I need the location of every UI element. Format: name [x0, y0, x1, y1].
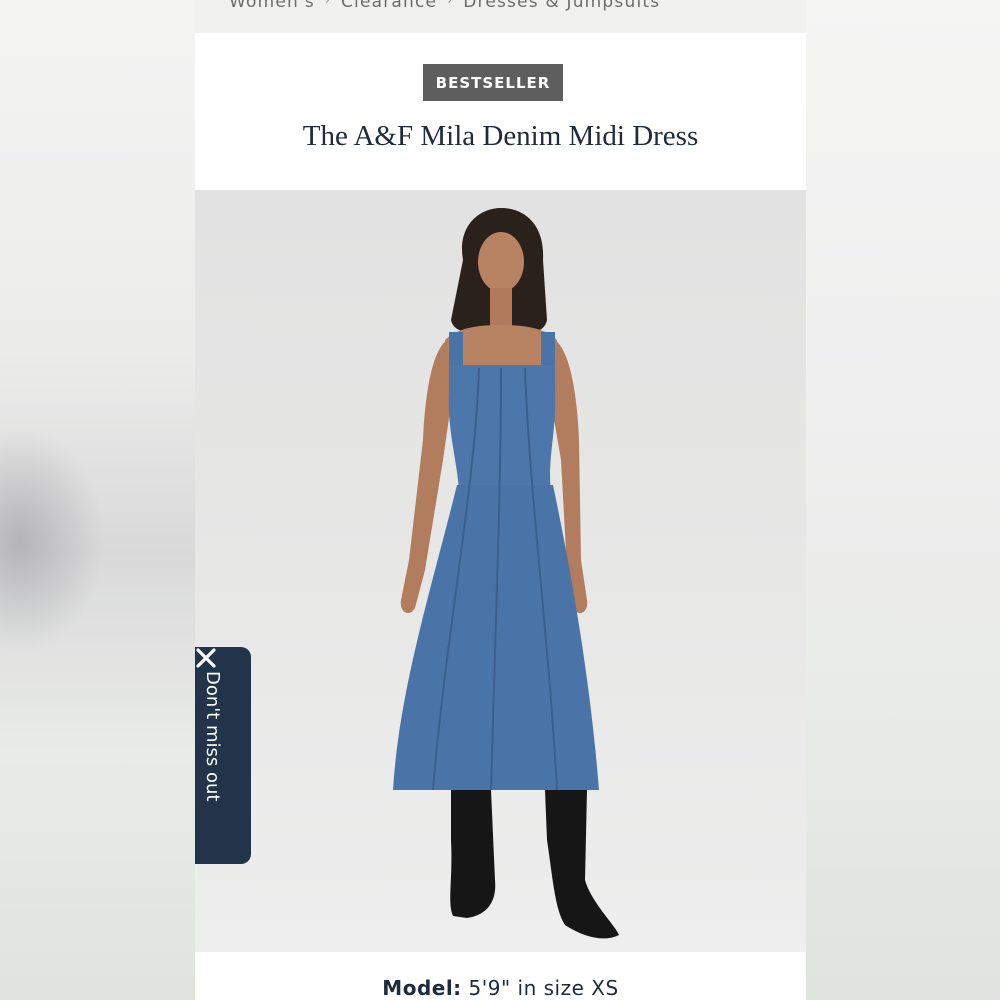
close-icon[interactable]: [195, 647, 217, 669]
breadcrumb-link-womens[interactable]: Women's: [229, 0, 315, 12]
breadcrumb-bar: Women's › Clearance › Dresses & Jumpsuit…: [195, 0, 806, 33]
product-title: The A&F Mila Denim Midi Dress: [302, 120, 699, 152]
product-page: Women's › Clearance › Dresses & Jumpsuit…: [195, 0, 806, 1000]
bestseller-badge: BESTSELLER: [423, 64, 563, 101]
product-image[interactable]: Don't miss out: [195, 190, 806, 952]
left-backdrop: [0, 0, 195, 1000]
dont-miss-out-tab[interactable]: Don't miss out: [195, 647, 251, 864]
model-label: Model:: [382, 976, 462, 1000]
breadcrumb: Women's › Clearance › Dresses & Jumpsuit…: [229, 0, 660, 12]
right-backdrop: [805, 0, 1000, 1000]
chevron-right-icon: ›: [447, 0, 454, 7]
model-size-value: 5'9" in size XS: [468, 976, 619, 1000]
model-size-info: Model: 5'9" in size XS: [195, 976, 806, 1000]
breadcrumb-link-dresses[interactable]: Dresses & Jumpsuits: [463, 0, 660, 12]
model-illustration: [393, 208, 619, 939]
breadcrumb-link-clearance[interactable]: Clearance: [341, 0, 437, 12]
chevron-right-icon: ›: [324, 0, 331, 7]
dont-miss-out-label[interactable]: Don't miss out: [202, 671, 223, 811]
